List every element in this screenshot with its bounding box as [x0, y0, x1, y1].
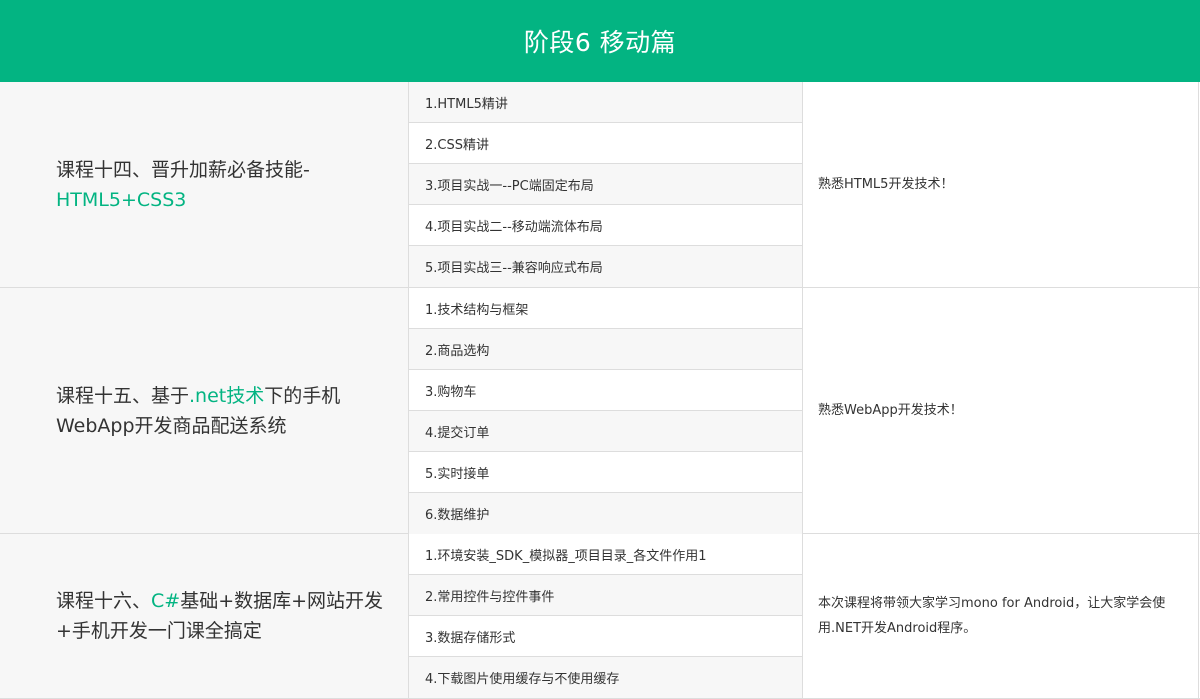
- course-name-cell: 课程十五、基于.net技术下的手机WebApp开发商品配送系统: [0, 288, 409, 533]
- course-name-highlight: C#: [151, 590, 181, 612]
- lesson-item[interactable]: 1.环境安装_SDK_模拟器_项目目录_各文件作用1: [409, 534, 802, 575]
- lesson-item[interactable]: 3.数据存储形式: [409, 616, 802, 657]
- course-name-cell: 课程十六、C#基础+数据库+网站开发+手机开发一门课全搞定: [0, 534, 409, 698]
- lesson-item[interactable]: 4.项目实战二--移动端流体布局: [409, 205, 802, 246]
- stage-header: 阶段6 移动篇: [0, 0, 1200, 82]
- course-table: 阶段6 移动篇 课程十四、晋升加薪必备技能- HTML5+CSS3 1.HTML…: [0, 0, 1200, 699]
- course-description-cell: 熟悉WebApp开发技术！: [803, 288, 1199, 533]
- lesson-item[interactable]: 3.购物车: [409, 370, 802, 411]
- lesson-item[interactable]: 2.CSS精讲: [409, 123, 802, 164]
- lesson-item[interactable]: 5.实时接单: [409, 452, 802, 493]
- course-name-highlight: .net技术: [189, 384, 265, 407]
- course-block-14: 课程十四、晋升加薪必备技能- HTML5+CSS3 1.HTML5精讲 2.CS…: [0, 82, 1200, 288]
- course-name[interactable]: 课程十四、晋升加薪必备技能- HTML5+CSS3: [56, 155, 310, 215]
- course-name-cell: 课程十四、晋升加薪必备技能- HTML5+CSS3: [0, 82, 409, 287]
- course-description-cell: 熟悉HTML5开发技术！: [803, 82, 1199, 287]
- course-description: 熟悉HTML5开发技术！: [818, 177, 954, 192]
- lesson-list: 1.技术结构与框架 2.商品选构 3.购物车 4.提交订单 5.实时接单 6.数…: [409, 288, 803, 534]
- course-name-text: 课程十六、: [56, 590, 152, 612]
- stage-title: 阶段6 移动篇: [523, 28, 677, 57]
- course-block-15: 课程十五、基于.net技术下的手机WebApp开发商品配送系统 1.技术结构与框…: [0, 288, 1200, 534]
- lesson-item[interactable]: 6.数据维护: [409, 493, 802, 534]
- course-name-text: 课程十四、晋升加薪必备技能-: [56, 158, 310, 181]
- lesson-item[interactable]: 1.HTML5精讲: [409, 82, 802, 123]
- course-description: 熟悉WebApp开发技术！: [818, 403, 963, 418]
- lesson-item[interactable]: 3.项目实战一--PC端固定布局: [409, 164, 802, 205]
- lesson-item[interactable]: 2.商品选构: [409, 329, 802, 370]
- lesson-item[interactable]: 1.技术结构与框架: [409, 288, 802, 329]
- course-name-text: 课程十五、基于: [56, 384, 190, 407]
- course-description-cell: 本次课程将带领大家学习mono for Android，让大家学会使用.NET开…: [803, 534, 1199, 698]
- lesson-item[interactable]: 5.项目实战三--兼容响应式布局: [409, 246, 802, 287]
- course-description: 本次课程将带领大家学习mono for Android，让大家学会使用.NET开…: [818, 596, 1166, 636]
- lesson-item[interactable]: 4.下载图片使用缓存与不使用缓存: [409, 657, 802, 698]
- course-name-highlight: HTML5+CSS3: [56, 188, 187, 211]
- lesson-item[interactable]: 4.提交订单: [409, 411, 802, 452]
- course-name[interactable]: 课程十六、C#基础+数据库+网站开发+手机开发一门课全搞定: [56, 586, 388, 646]
- course-name[interactable]: 课程十五、基于.net技术下的手机WebApp开发商品配送系统: [56, 381, 388, 441]
- lesson-item[interactable]: 2.常用控件与控件事件: [409, 575, 802, 616]
- lesson-list: 1.环境安装_SDK_模拟器_项目目录_各文件作用1 2.常用控件与控件事件 3…: [409, 534, 803, 698]
- lesson-list: 1.HTML5精讲 2.CSS精讲 3.项目实战一--PC端固定布局 4.项目实…: [409, 82, 803, 287]
- course-block-16: 课程十六、C#基础+数据库+网站开发+手机开发一门课全搞定 1.环境安装_SDK…: [0, 534, 1200, 699]
